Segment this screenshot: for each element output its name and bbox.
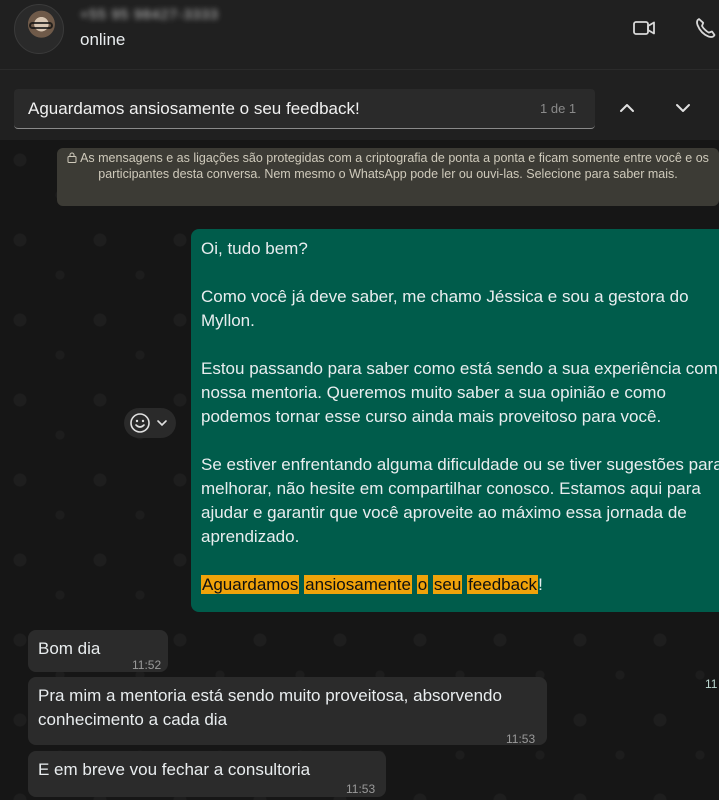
message-line: melhorar, não hesite em compartilhar con… [201,479,701,498]
search-result-count: 1 de 1 [540,101,577,116]
incoming-message[interactable]: Bom dia 11:52 [28,630,168,672]
avatar-glasses [29,22,53,29]
highlighted-search-match: Aguardamos ansiosamente o seu feedback! [201,573,719,597]
message-timestamp: 11 [705,677,718,691]
search-input[interactable] [14,89,595,129]
highlight-word: o [416,575,429,594]
message-timestamp: 11:53 [506,732,536,746]
previous-result-button[interactable] [613,94,641,122]
chevron-down-icon [157,420,167,427]
message-punctuation: ! [538,575,543,594]
whatsapp-chat-window: +55 95 98427-3333 online 1 de 1 [0,0,719,800]
message-text: conhecimento a cada dia [38,710,228,729]
message-line: ajudar e garantir que você aproveite ao … [201,503,687,522]
message-timestamp: 11:53 [346,782,376,796]
highlight-word: feedback [467,575,539,594]
message-timestamp: 11:52 [132,658,162,672]
message-line: Se estiver enfrentando alguma dificuldad… [201,455,719,474]
message-line: Myllon. [201,311,255,330]
chevron-up-icon [620,104,634,112]
incoming-message[interactable]: Pra mim a mentoria está sendo muito prov… [28,677,547,746]
voice-call-button[interactable] [688,10,719,46]
highlight-word: Aguardamos [201,575,300,594]
reaction-button[interactable] [124,408,176,438]
next-result-button[interactable] [669,94,697,122]
message-text: Bom dia [38,639,101,658]
encryption-notice[interactable]: As mensagens e as ligações são protegida… [57,148,719,206]
message-paragraph: Estou passando para saber como está send… [201,357,719,429]
incoming-message[interactable]: E em breve vou fechar a consultoria 11:5… [28,751,386,797]
chevron-down-icon [676,104,690,112]
highlight-word: seu [432,575,463,594]
message-line: aprendizado. [201,527,300,546]
highlight-word: ansiosamente [304,575,412,594]
message-line: podemos tornar esse curso ainda mais pro… [201,407,662,426]
message-text: Pra mim a mentoria está sendo muito prov… [38,686,502,705]
contact-status: online [80,30,126,49]
message-line: Como você já deve saber, me chamo Jéssic… [201,287,689,306]
message-list[interactable]: As mensagens e as ligações são protegida… [0,140,719,800]
video-camera-icon [633,21,655,35]
phone-icon [696,18,716,38]
contact-name[interactable]: +55 95 98427-3333 [80,6,220,22]
encryption-notice-text: As mensagens e as ligações são protegida… [80,151,709,181]
message-paragraph: Como você já deve saber, me chamo Jéssic… [201,285,719,333]
message-line: nossa mentoria. Queremos muito saber a s… [201,383,666,402]
message-search-bar: 1 de 1 [0,70,719,140]
message-paragraph: Oi, tudo bem? [201,237,719,261]
message-text: E em breve vou fechar a consultoria [38,760,311,779]
chat-header: +55 95 98427-3333 online [0,0,719,70]
lock-icon [67,152,77,163]
contact-avatar[interactable] [14,4,64,54]
message-line: Estou passando para saber como está send… [201,359,718,378]
emoji-icon [130,413,150,433]
video-call-button[interactable] [626,10,662,46]
outgoing-message[interactable]: Oi, tudo bem? Como você já deve saber, m… [191,229,719,691]
message-paragraph: Se estiver enfrentando alguma dificuldad… [201,453,719,549]
message-line: Oi, tudo bem? [201,239,308,258]
